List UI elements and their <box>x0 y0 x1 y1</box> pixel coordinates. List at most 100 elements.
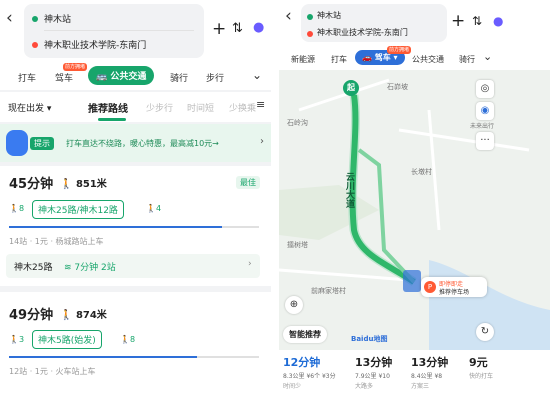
option-sub: 7.9公里 ¥10 <box>355 373 390 380</box>
road-label: 云川大道 <box>344 172 354 208</box>
route-meta: 14站 · 1元 · 杨城路站上车 <box>9 237 104 246</box>
realtime-eta: ≋ 7分钟 2站 <box>64 260 116 273</box>
walk-after: 🚶8 <box>120 335 135 344</box>
route-card-1[interactable]: 45分钟 🚶 851米 最佳 🚶8 神木25路/神木12路 🚶4 14站 · 1… <box>0 166 271 286</box>
bus-icon: 🚌 <box>96 72 111 82</box>
voice-icon[interactable]: ● <box>493 12 503 30</box>
option-note: 大路多 <box>355 383 374 390</box>
future-travel-icon[interactable]: ◉ <box>476 102 494 120</box>
map-label-place: 长墩村 <box>411 168 432 176</box>
realtime-chevron-icon: › <box>248 259 252 269</box>
option-note: 时间少 <box>283 383 302 390</box>
filter-menu-icon[interactable]: ≡ <box>256 98 265 111</box>
parking-icon: P <box>424 281 436 293</box>
map-label-place: 石峁坡 <box>387 83 408 91</box>
destination-field[interactable]: 神木职业技术学院-东南门 <box>317 27 408 38</box>
drive-badge: 前方拥堵 <box>63 63 88 71</box>
taxi-tip-banner[interactable]: 提示 打车直达不绕路，暖心特惠，最高减10元→ › <box>0 124 271 162</box>
sort-shortest[interactable]: 时间短 <box>187 101 214 114</box>
route-duration: 45分钟 <box>9 177 54 192</box>
transport-mode-tabs: 新能源 打车 🚗 驾车 ▾ 前方拥堵 公共交通 骑行 ⌄ <box>279 46 550 70</box>
car-icon: 🚗 <box>362 53 375 62</box>
tab-taxi[interactable]: 打车 <box>331 54 347 65</box>
parking-recommendation[interactable]: P 即停即走 推荐停车场 <box>421 277 487 297</box>
option-time: 9元 <box>469 356 488 369</box>
tab-new-energy[interactable]: 新能源 <box>291 54 315 65</box>
origin-field[interactable]: 神木站 <box>44 12 71 25</box>
smart-recommend-button[interactable]: 智能推荐 <box>283 326 327 343</box>
add-waypoint-icon[interactable]: + <box>451 12 465 30</box>
map-canvas[interactable] <box>279 70 550 350</box>
destination-field[interactable]: 神木职业技术学院-东南门 <box>44 38 146 51</box>
route-options-bar: 12分钟 8.3公里 ¥6个 ¥3分 时间少 13分钟 7.9公里 ¥10 大路… <box>279 350 550 412</box>
mascot-icon <box>6 130 28 156</box>
walk-after-value: 4 <box>155 204 162 213</box>
option-note: 快的打车 <box>469 373 494 380</box>
tab-transit[interactable]: 🚌 公共交通 <box>88 66 155 85</box>
swap-icon[interactable]: ⇅ <box>472 12 482 30</box>
sort-recommended[interactable]: 推荐路线 <box>88 100 128 115</box>
brand-logo: Baidu地图 <box>351 335 388 343</box>
sort-less-walk[interactable]: 少步行 <box>146 101 173 114</box>
walk-icon: 🚶 <box>60 179 73 190</box>
drive-badge: 前方拥堵 <box>387 46 412 54</box>
option-time: 12分钟 <box>283 356 321 369</box>
swap-icon[interactable]: ⇅ <box>232 20 243 38</box>
map-label-place: 石岭沟 <box>287 119 308 127</box>
walk-before-value: 3 <box>18 335 25 344</box>
route-option-1[interactable]: 12分钟 8.3公里 ¥6个 ¥3分 时间少 <box>283 354 343 394</box>
route-option-4[interactable]: 9元 快的打车 <box>469 354 539 394</box>
future-travel-label: 未来出行 <box>470 123 495 130</box>
tab-walk[interactable]: 步行 <box>206 71 224 84</box>
realtime-eta-value: 7分钟 2站 <box>74 263 116 273</box>
more-modes-chevron-icon[interactable]: ⌄ <box>483 50 492 63</box>
walk-icon: 🚶 <box>9 335 19 344</box>
realtime-row[interactable]: 神木25路 ≋ 7分钟 2站 › <box>6 254 260 278</box>
tab-taxi[interactable]: 打车 <box>18 71 36 84</box>
route-progress-fill <box>9 356 197 358</box>
route-input-box: 神木站 神木职业技术学院-东南门 <box>301 4 447 42</box>
route-duration: 49分钟 <box>9 308 54 323</box>
tab-drive[interactable]: 驾车 <box>55 71 73 84</box>
route-meta: 12站 · 1元 · 火车站上车 <box>9 367 96 376</box>
route-header: ‹ 神木站 神木职业技术学院-东南门 + ⇅ ● <box>279 0 550 46</box>
sort-less-transfer[interactable]: 少换乘 <box>229 101 256 114</box>
back-icon[interactable]: ‹ <box>285 6 299 26</box>
destination-dot-icon <box>32 42 38 48</box>
depart-time-select[interactable]: 现在出发 ▾ <box>8 101 51 114</box>
walk-distance: 🚶 874米 <box>60 306 107 321</box>
voice-icon[interactable]: ● <box>253 19 264 37</box>
walk-after-value: 8 <box>129 335 136 344</box>
bus-line-chip[interactable]: 神木5路(始发) <box>32 330 102 349</box>
origin-field[interactable]: 神木站 <box>317 10 341 21</box>
tab-transit-label: 公共交通 <box>110 72 147 82</box>
map-label-place: 前麻家塔村 <box>311 287 346 295</box>
transport-mode-tabs: 打车 驾车 前方拥堵 🚌 公共交通 骑行 步行 ⌄ <box>0 62 271 90</box>
more-options-icon[interactable]: ··· <box>476 132 494 150</box>
layers-icon[interactable]: ◎ <box>476 80 494 98</box>
tab-bike[interactable]: 骑行 <box>170 71 188 84</box>
tab-transit[interactable]: 公共交通 <box>412 54 444 65</box>
route-progress <box>9 226 259 228</box>
option-time: 13分钟 <box>411 356 449 369</box>
walk-distance-value: 851米 <box>75 179 107 190</box>
refresh-icon[interactable]: ↻ <box>476 323 494 341</box>
bus-line-chip[interactable]: 神木25路/神木12路 <box>32 200 124 219</box>
option-sub: 8.4公里 ¥8 <box>411 373 443 380</box>
add-waypoint-icon[interactable]: + <box>212 20 226 38</box>
locate-icon[interactable]: ⊕ <box>285 296 303 314</box>
back-icon[interactable]: ‹ <box>6 8 20 28</box>
signal-icon: ≋ <box>64 263 75 273</box>
walk-distance-value: 874米 <box>75 310 107 321</box>
route-input-box: 神木站 神木职业技术学院-东南门 <box>24 4 204 58</box>
route-option-2[interactable]: 13分钟 7.9公里 ¥10 大路多 <box>355 354 415 394</box>
start-marker: 起 <box>343 80 359 96</box>
driving-map-screen: ‹ 神木站 神木职业技术学院-东南门 + ⇅ ● 新能源 打车 🚗 驾车 ▾ 前… <box>279 0 550 412</box>
route-progress-fill <box>9 226 222 228</box>
tab-drive-label: 驾车 <box>374 53 391 62</box>
route-card-2[interactable]: 49分钟 🚶 874米 🚶3 神木5路(始发) 🚶8 12站 · 1元 · 火车… <box>0 292 271 412</box>
more-modes-chevron-icon[interactable]: ⌄ <box>252 68 262 82</box>
tip-label: 提示 <box>30 137 54 150</box>
route-option-3[interactable]: 13分钟 8.4公里 ¥8 方案三 <box>411 354 471 394</box>
tab-bike[interactable]: 骑行 <box>459 54 475 65</box>
